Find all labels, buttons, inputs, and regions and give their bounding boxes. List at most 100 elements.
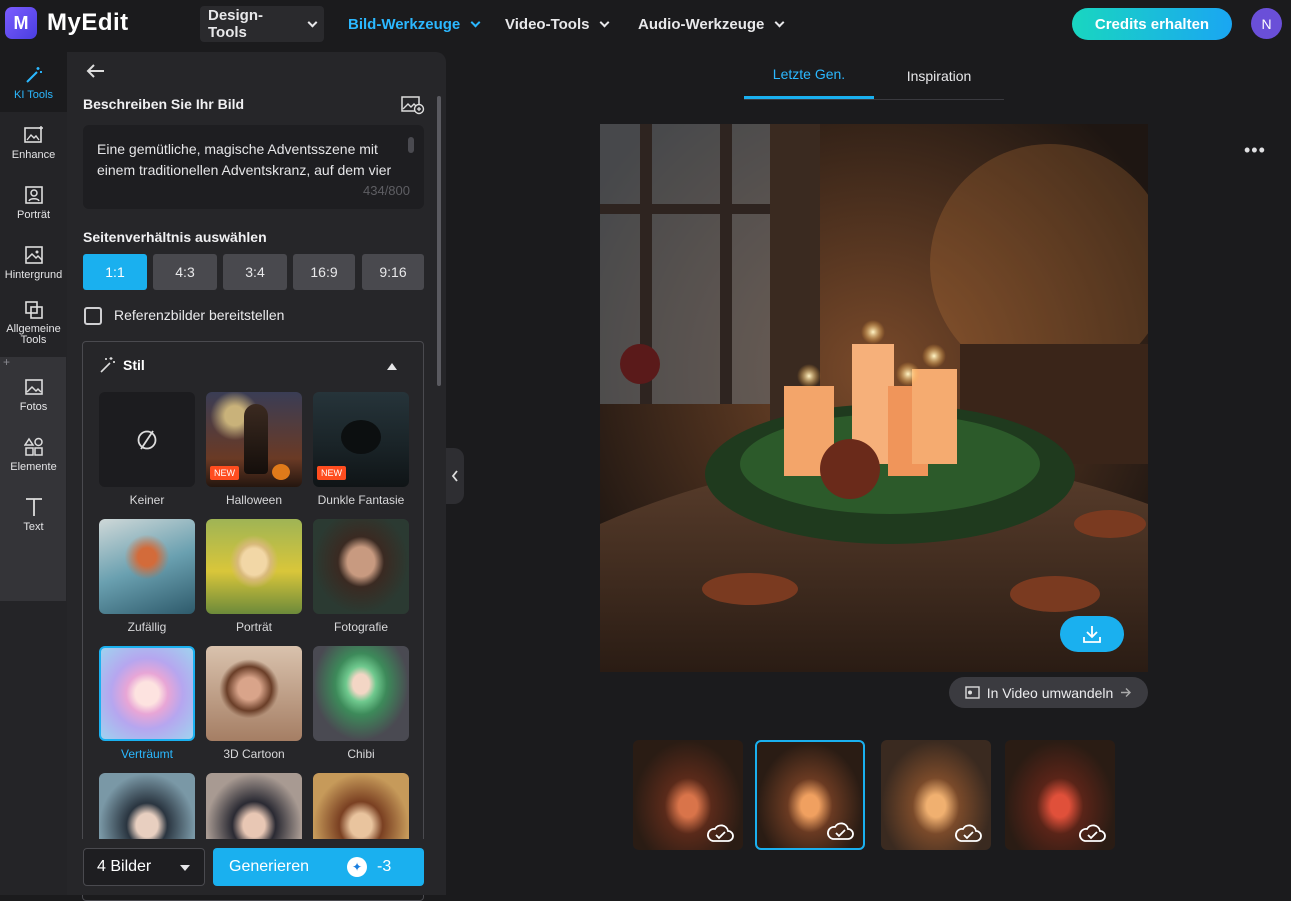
style-tile-halloween[interactable]: NEW [206, 392, 302, 487]
cloud-saved-icon [707, 824, 734, 842]
nav-label: Video-Tools [505, 15, 590, 33]
convert-to-video-button[interactable]: In Video umwandeln [949, 677, 1148, 708]
collapse-panel-button[interactable] [446, 448, 464, 504]
style-label: Porträt [235, 620, 272, 634]
generate-cost: ✦ -3 [347, 857, 391, 877]
rail-item-elements[interactable]: Elemente [0, 424, 67, 484]
nav-video-tools[interactable]: Video-Tools [497, 6, 616, 42]
ratio-3-4[interactable]: 3:4 [223, 254, 287, 290]
rail-item-general-tools[interactable]: Allgemeine Tools [0, 292, 67, 352]
rail-label: Enhance [11, 148, 56, 161]
style-label: Verträumt [120, 747, 174, 761]
style-section: Stil Keiner NEW Halloween NEW Dunkle Fan… [82, 341, 424, 901]
style-tile-none[interactable] [99, 392, 195, 487]
cloud-saved-icon [955, 824, 982, 842]
dropdown-arrow-icon [180, 865, 190, 871]
nav-bild-werkzeuge[interactable]: Bild-Werkzeuge [340, 6, 487, 42]
avatar[interactable]: N [1251, 8, 1282, 39]
brand-logo[interactable]: M MyEdit [5, 7, 129, 39]
style-title: Stil [123, 357, 145, 373]
rail-item-text[interactable]: Text [0, 484, 67, 544]
download-icon [1083, 626, 1101, 643]
ratio-9-16[interactable]: 9:16 [362, 254, 424, 290]
tab-inspiration[interactable]: Inspiration [874, 52, 1004, 99]
rail-item-ki-tools[interactable]: KI Tools [0, 52, 67, 112]
style-tile-dreamy[interactable] [99, 646, 195, 741]
style-label: Chibi [347, 747, 375, 761]
brand-name: MyEdit [47, 9, 129, 36]
credits-button[interactable]: Credits erhalten [1072, 8, 1232, 40]
panel-scrollbar[interactable] [437, 96, 441, 386]
ratio-1-1[interactable]: 1:1 [83, 254, 147, 290]
spider-shape [341, 420, 381, 454]
style-label: Keiner [129, 493, 165, 507]
style-label: Zufällig [127, 620, 167, 634]
thumbnail-2[interactable] [755, 740, 865, 850]
new-badge: NEW [317, 466, 346, 480]
style-label: Fotografie [333, 620, 389, 634]
prompt-textarea[interactable]: Eine gemütliche, magische Adventsszene m… [83, 125, 424, 209]
background-icon [23, 244, 45, 266]
rail-label: Porträt [16, 208, 50, 221]
style-tile-3d-cartoon[interactable] [206, 646, 302, 741]
magic-wand-icon [23, 64, 45, 86]
pumpkin-icon [272, 464, 290, 480]
style-tile-random[interactable] [99, 519, 195, 614]
nav-label: Bild-Werkzeuge [348, 15, 461, 33]
generated-image[interactable] [600, 124, 1148, 672]
elements-icon [23, 436, 45, 458]
thumbnail-4[interactable] [1005, 740, 1115, 850]
style-header[interactable]: Stil [99, 356, 145, 374]
result-tabs: Letzte Gen. Inspiration [744, 52, 1004, 100]
halloween-figure [244, 404, 268, 474]
top-bar: M MyEdit Design-Tools Bild-Werkzeuge Vid… [0, 0, 1291, 48]
style-tile-dark-fantasy[interactable]: NEW [313, 392, 409, 487]
collapse-arrow-icon[interactable] [387, 363, 397, 370]
to-video-label: In Video umwandeln [986, 684, 1114, 701]
style-tile-photography[interactable] [313, 519, 409, 614]
tool-rail: + KI Tools Enhance Porträt Hintergrund A… [0, 52, 67, 895]
reference-checkbox[interactable] [84, 307, 102, 325]
style-tile-portrait[interactable] [206, 519, 302, 614]
magic-wand-icon [100, 357, 115, 373]
ratio-4-3[interactable]: 4:3 [153, 254, 217, 290]
enhance-icon [23, 124, 45, 146]
thumbnail-1[interactable] [633, 740, 743, 850]
advent-scene-image [600, 124, 1148, 672]
thumbnail-3[interactable] [881, 740, 991, 850]
cloud-saved-icon [827, 822, 854, 840]
style-label: Dunkle Fantasie [317, 493, 405, 507]
arrow-right-icon [1121, 688, 1132, 697]
rail-label: Fotos [19, 400, 48, 413]
rail-item-enhance[interactable]: Enhance [0, 112, 67, 172]
chevron-down-icon [470, 17, 481, 27]
download-button[interactable] [1060, 616, 1124, 652]
general-tools-icon [23, 299, 45, 321]
cost-value: -3 [377, 858, 392, 875]
nav-audio-werkzeuge[interactable]: Audio-Werkzeuge [630, 6, 791, 42]
generate-label: Generieren [229, 858, 310, 875]
textarea-scrollbar[interactable] [408, 137, 414, 153]
rail-label: Elemente [10, 460, 57, 473]
generate-bar: 4 Bilder Generieren ✦ -3 [67, 839, 446, 895]
image-upload-icon[interactable] [401, 95, 425, 115]
rail-item-photos[interactable]: Fotos [0, 364, 67, 424]
rail-label: Allgemeine Tools [6, 322, 61, 346]
char-count: 434/800 [363, 183, 410, 198]
generate-button[interactable]: Generieren ✦ -3 [213, 848, 424, 886]
rail-item-portrait[interactable]: Porträt [0, 172, 67, 232]
describe-title: Beschreiben Sie Ihr Bild [83, 96, 245, 112]
rail-item-background[interactable]: Hintergrund [0, 232, 67, 292]
photos-icon [23, 376, 45, 398]
reference-label: Referenzbilder bereitstellen [114, 307, 285, 323]
style-tile-chibi[interactable] [313, 646, 409, 741]
nav-label: Design-Tools [208, 7, 264, 41]
more-options-icon[interactable]: ••• [1244, 140, 1266, 161]
back-arrow-icon[interactable] [85, 63, 105, 79]
ratio-16-9[interactable]: 16:9 [293, 254, 355, 290]
image-count-select[interactable]: 4 Bilder [83, 848, 205, 886]
tab-recent[interactable]: Letzte Gen. [744, 52, 874, 99]
portrait-icon [23, 184, 45, 206]
nav-design-tools[interactable]: Design-Tools [200, 6, 324, 42]
ratio-title: Seitenverhältnis auswählen [83, 229, 267, 245]
